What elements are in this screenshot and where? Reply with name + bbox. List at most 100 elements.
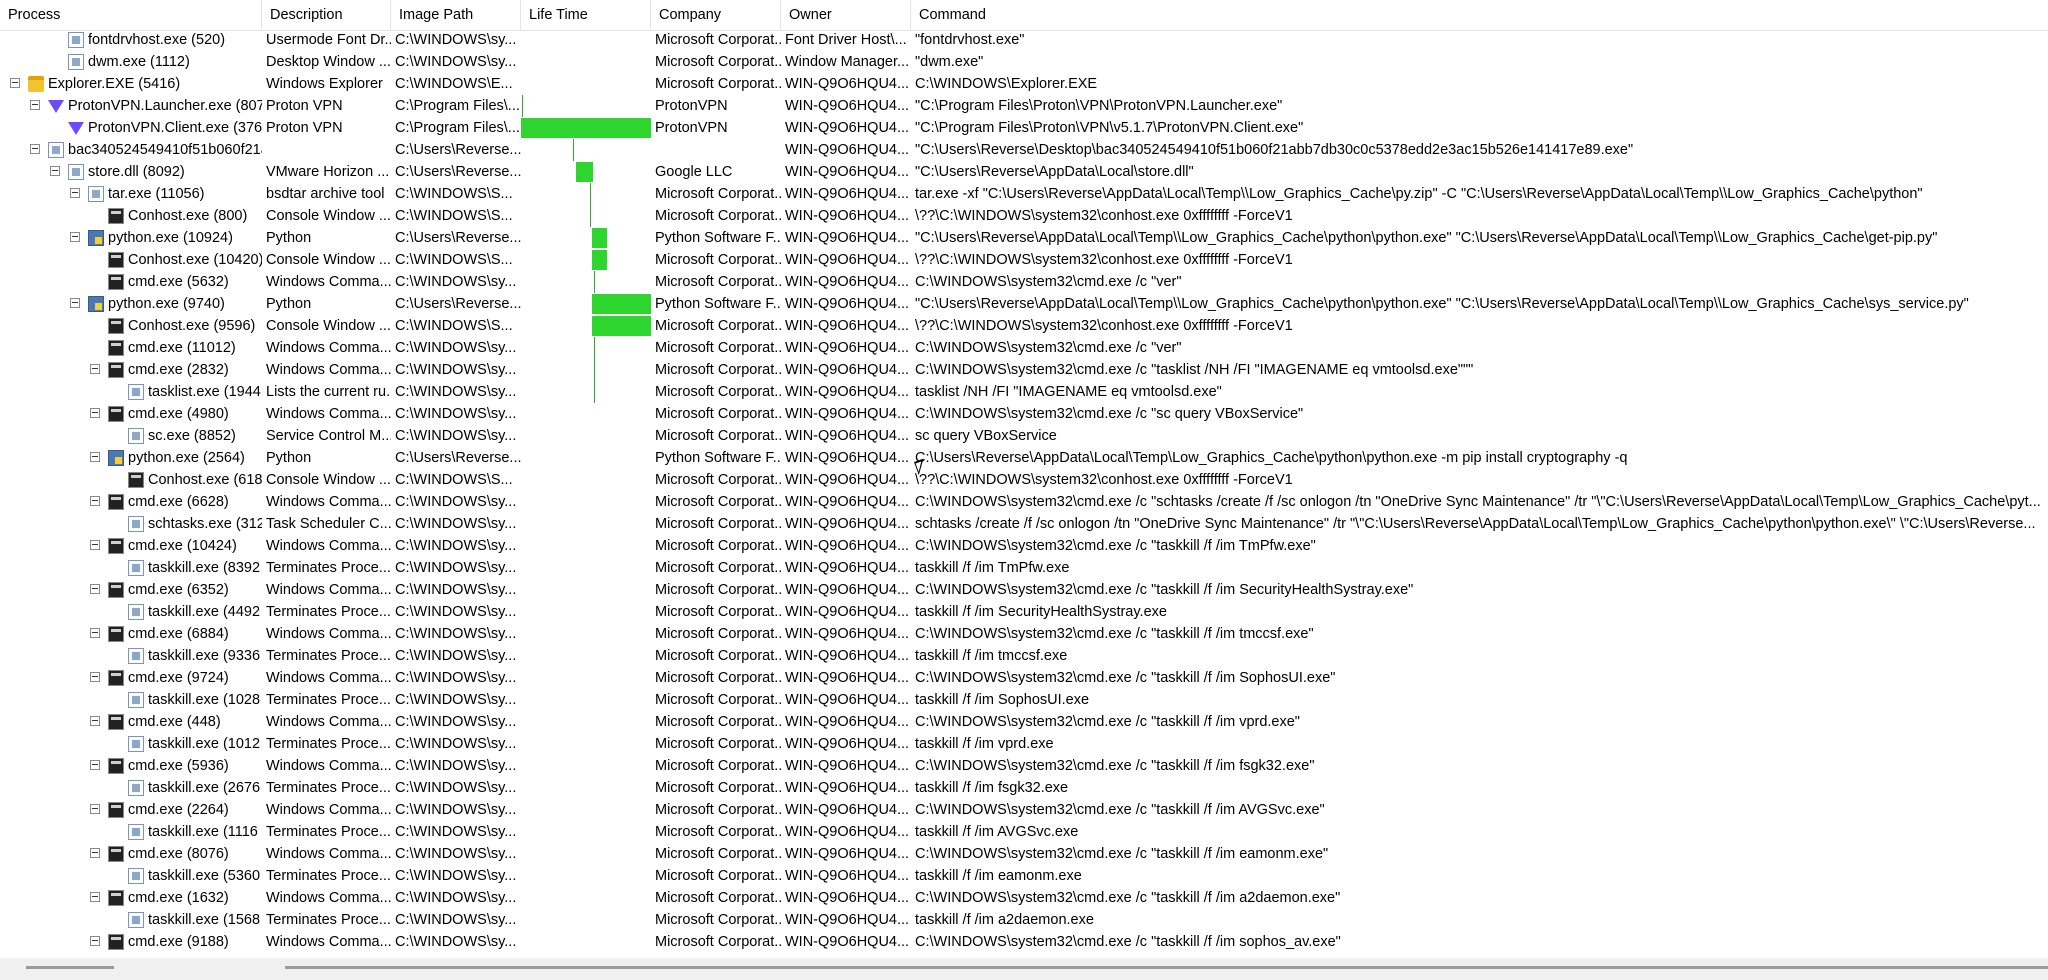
collapse-toggle-icon[interactable] [70, 298, 80, 308]
process-cell[interactable]: ProtonVPN.Launcher.exe (8076 [0, 95, 262, 117]
table-row[interactable]: ProtonVPN.Launcher.exe (8076 Proton VPN C:… [0, 95, 2048, 117]
column-company[interactable]: Company [651, 0, 781, 30]
column-process[interactable]: Process [0, 0, 262, 30]
table-row[interactable]: cmd.exe (448) Windows Comma... C:\WINDOWS\… [0, 711, 2048, 733]
table-row[interactable]: bac340524549410f51b060f21a C:\Users\Rever… [0, 139, 2048, 161]
process-cell[interactable]: cmd.exe (2264) [0, 799, 262, 821]
process-cell[interactable]: taskkill.exe (1012 [0, 733, 262, 755]
table-row[interactable]: python.exe (2564) Python C:\Users\Reverse.… [0, 447, 2048, 469]
column-owner[interactable]: Owner [781, 0, 911, 30]
column-image-path[interactable]: Image Path [391, 0, 521, 30]
table-row[interactable]: cmd.exe (6628) Windows Comma... C:\WINDOWS… [0, 491, 2048, 513]
collapse-toggle-icon[interactable] [90, 716, 100, 726]
table-row[interactable]: taskkill.exe (1116 Terminates Proce... C:\… [0, 821, 2048, 843]
process-cell[interactable]: taskkill.exe (1028 [0, 689, 262, 711]
table-row[interactable]: cmd.exe (6352) Windows Comma... C:\WINDOWS… [0, 579, 2048, 601]
table-row[interactable]: Conhost.exe (9596) Console Window ... C:\W… [0, 315, 2048, 337]
process-cell[interactable]: ProtonVPN.Client.exe (3768 [0, 117, 262, 139]
process-cell[interactable]: store.dll (8092) [0, 161, 262, 183]
table-row[interactable]: tar.exe (11056) bsdtar archive tool C:\WIN… [0, 183, 2048, 205]
process-cell[interactable]: cmd.exe (4980) [0, 403, 262, 425]
process-cell[interactable]: taskkill.exe (9336 [0, 645, 262, 667]
table-row[interactable]: taskkill.exe (5360 Terminates Proce... C:\… [0, 865, 2048, 887]
table-row[interactable]: taskkill.exe (8392 Terminates Proce... C:\… [0, 557, 2048, 579]
process-cell[interactable]: cmd.exe (6884) [0, 623, 262, 645]
table-row[interactable]: cmd.exe (4980) Windows Comma... C:\WINDOWS… [0, 403, 2048, 425]
collapse-toggle-icon[interactable] [90, 540, 100, 550]
collapse-toggle-icon[interactable] [10, 78, 20, 88]
process-cell[interactable]: taskkill.exe (8392 [0, 557, 262, 579]
process-cell[interactable]: tar.exe (11056) [0, 183, 262, 205]
table-row[interactable]: Conhost.exe (800) Console Window ... C:\WI… [0, 205, 2048, 227]
column-life-time[interactable]: Life Time [521, 0, 651, 30]
process-cell[interactable]: tasklist.exe (1944 [0, 381, 262, 403]
table-row[interactable]: cmd.exe (2832) Windows Comma... C:\WINDOWS… [0, 359, 2048, 381]
table-row[interactable]: taskkill.exe (2676 Terminates Proce... C:\… [0, 777, 2048, 799]
process-cell[interactable]: dwm.exe (1112) [0, 51, 262, 73]
table-row[interactable]: Conhost.exe (618 Console Window ... C:\WIN… [0, 469, 2048, 491]
process-cell[interactable]: taskkill.exe (5360 [0, 865, 262, 887]
collapse-toggle-icon[interactable] [90, 804, 100, 814]
process-cell[interactable]: cmd.exe (2832) [0, 359, 262, 381]
collapse-toggle-icon[interactable] [90, 936, 100, 946]
table-row[interactable]: cmd.exe (9188) Windows Comma... C:\WINDOWS… [0, 931, 2048, 953]
process-cell[interactable]: fontdrvhost.exe (520) [0, 29, 262, 51]
process-cell[interactable]: taskkill.exe (2676 [0, 777, 262, 799]
process-cell[interactable]: cmd.exe (9188) [0, 931, 262, 953]
process-cell[interactable]: cmd.exe (8076) [0, 843, 262, 865]
collapse-toggle-icon[interactable] [90, 364, 100, 374]
collapse-toggle-icon[interactable] [30, 100, 40, 110]
process-cell[interactable]: Conhost.exe (800) [0, 205, 262, 227]
table-row[interactable]: fontdrvhost.exe (520) Usermode Font Dr...… [0, 29, 2048, 51]
table-row[interactable]: cmd.exe (5936) Windows Comma... C:\WINDOWS… [0, 755, 2048, 777]
process-cell[interactable]: bac340524549410f51b060f21a [0, 139, 262, 161]
process-cell[interactable]: taskkill.exe (1116 [0, 821, 262, 843]
process-cell[interactable]: taskkill.exe (4492 [0, 601, 262, 623]
process-cell[interactable]: Explorer.EXE (5416) [0, 73, 262, 95]
process-cell[interactable]: Conhost.exe (10420) [0, 249, 262, 271]
process-cell[interactable]: cmd.exe (5632) [0, 271, 262, 293]
table-row[interactable]: taskkill.exe (1012 Terminates Proce... C:\… [0, 733, 2048, 755]
collapse-toggle-icon[interactable] [50, 166, 60, 176]
collapse-toggle-icon[interactable] [90, 408, 100, 418]
table-row[interactable]: schtasks.exe (312 Task Scheduler C... C:\W… [0, 513, 2048, 535]
process-cell[interactable]: cmd.exe (10424) [0, 535, 262, 557]
process-cell[interactable]: Conhost.exe (618 [0, 469, 262, 491]
table-row[interactable]: ProtonVPN.Client.exe (3768 Proton VPN C:\P… [0, 117, 2048, 139]
collapse-toggle-icon[interactable] [90, 760, 100, 770]
table-row[interactable]: cmd.exe (9724) Windows Comma... C:\WINDOWS… [0, 667, 2048, 689]
collapse-toggle-icon[interactable] [70, 188, 80, 198]
table-row[interactable]: store.dll (8092) VMware Horizon ... C:\Use… [0, 161, 2048, 183]
collapse-toggle-icon[interactable] [90, 584, 100, 594]
collapse-toggle-icon[interactable] [90, 452, 100, 462]
process-cell[interactable]: python.exe (2564) [0, 447, 262, 469]
collapse-toggle-icon[interactable] [90, 848, 100, 858]
process-cell[interactable]: taskkill.exe (1568 [0, 909, 262, 931]
collapse-toggle-icon[interactable] [90, 672, 100, 682]
table-row[interactable]: cmd.exe (5632) Windows Comma... C:\WINDOWS… [0, 271, 2048, 293]
column-command[interactable]: Command [911, 0, 2048, 30]
process-cell[interactable]: cmd.exe (448) [0, 711, 262, 733]
process-cell[interactable]: cmd.exe (6628) [0, 491, 262, 513]
process-cell[interactable]: cmd.exe (9724) [0, 667, 262, 689]
column-description[interactable]: Description [262, 0, 391, 30]
process-cell[interactable]: cmd.exe (11012) [0, 337, 262, 359]
table-row[interactable]: taskkill.exe (1568 Terminates Proce... C:\… [0, 909, 2048, 931]
table-row[interactable]: taskkill.exe (9336 Terminates Proce... C:\… [0, 645, 2048, 667]
collapse-toggle-icon[interactable] [90, 628, 100, 638]
table-row[interactable]: sc.exe (8852) Service Control M... C:\WIND… [0, 425, 2048, 447]
table-row[interactable]: cmd.exe (1632) Windows Comma... C:\WINDOWS… [0, 887, 2048, 909]
collapse-toggle-icon[interactable] [90, 892, 100, 902]
process-cell[interactable]: cmd.exe (1632) [0, 887, 262, 909]
table-row[interactable]: Explorer.EXE (5416) Windows Explorer C:\WI… [0, 73, 2048, 95]
table-row[interactable]: cmd.exe (8076) Windows Comma... C:\WINDOWS… [0, 843, 2048, 865]
process-cell[interactable]: Conhost.exe (9596) [0, 315, 262, 337]
process-cell[interactable]: schtasks.exe (312 [0, 513, 262, 535]
table-row[interactable]: dwm.exe (1112) Desktop Window ... C:\WINDO… [0, 51, 2048, 73]
table-row[interactable]: taskkill.exe (4492 Terminates Proce... C:\… [0, 601, 2048, 623]
table-row[interactable]: tasklist.exe (1944 Lists the current ru..… [0, 381, 2048, 403]
collapse-toggle-icon[interactable] [70, 232, 80, 242]
process-cell[interactable]: python.exe (10924) [0, 227, 262, 249]
table-row[interactable]: taskkill.exe (1028 Terminates Proce... C:\… [0, 689, 2048, 711]
table-row[interactable]: cmd.exe (2264) Windows Comma... C:\WINDOWS… [0, 799, 2048, 821]
